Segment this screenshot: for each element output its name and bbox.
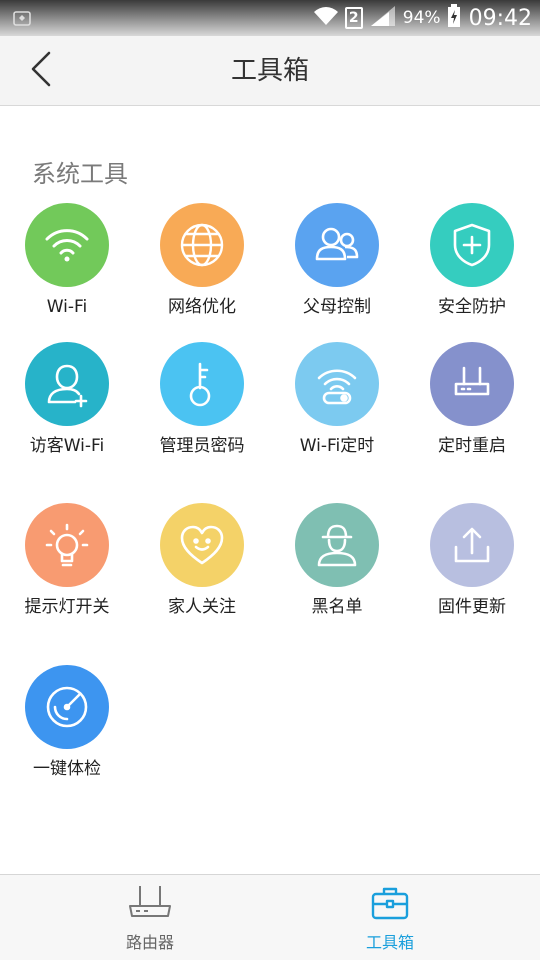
radar-icon	[25, 665, 109, 749]
wifi-signal-icon	[313, 5, 339, 31]
wifi-icon	[25, 203, 109, 287]
tool-label: 管理员密码	[159, 436, 245, 456]
battery-charging-icon	[447, 4, 461, 32]
tool-blacklist[interactable]: 黑名单	[277, 503, 397, 619]
tool-security[interactable]: 安全防护	[412, 203, 532, 319]
app-header: 工具箱	[0, 36, 540, 106]
tool-label: 黑名单	[311, 597, 363, 617]
tool-health-check[interactable]: 一键体检	[7, 665, 127, 781]
tool-network-optimize[interactable]: 网络优化	[142, 203, 262, 319]
tool-label: 父母控制	[303, 297, 371, 317]
key-icon	[160, 342, 244, 426]
heart-icon	[160, 503, 244, 587]
tool-label: 家人关注	[168, 597, 236, 617]
tab-router[interactable]: 路由器	[15, 875, 285, 960]
parent-child-icon	[295, 203, 379, 287]
tool-indicator-light[interactable]: 提示灯开关	[7, 503, 127, 619]
status-bar: 2 94% 09:42	[0, 0, 540, 36]
tab-toolbox[interactable]: 工具箱	[255, 875, 525, 960]
spy-user-icon	[295, 503, 379, 587]
tool-timed-reboot[interactable]: 定时重启	[412, 342, 532, 458]
router-icon	[430, 342, 514, 426]
tab-label: 路由器	[125, 933, 174, 952]
clock: 09:42	[468, 5, 532, 31]
tool-label: 固件更新	[438, 597, 506, 617]
router-icon	[125, 883, 175, 923]
tool-wifi-timer[interactable]: Wi-Fi定时	[277, 342, 397, 458]
sim-badge: 2	[344, 7, 363, 29]
bottom-tab-bar: 路由器 工具箱	[0, 874, 540, 960]
tool-family-watch[interactable]: 家人关注	[142, 503, 262, 619]
tab-label: 工具箱	[365, 933, 414, 952]
tool-label: Wi-Fi	[46, 297, 88, 317]
globe-icon	[160, 203, 244, 287]
back-button[interactable]	[18, 48, 64, 94]
page-title: 工具箱	[230, 56, 309, 86]
guest-user-icon	[25, 342, 109, 426]
chevron-left-icon	[29, 51, 53, 91]
notification-icon	[12, 8, 32, 28]
tool-firmware-update[interactable]: 固件更新	[412, 503, 532, 619]
tool-label: 提示灯开关	[24, 597, 110, 617]
tool-label: 定时重启	[438, 436, 506, 456]
tool-admin-password[interactable]: 管理员密码	[142, 342, 262, 458]
battery-percent: 94%	[402, 8, 441, 28]
upload-icon	[430, 503, 514, 587]
cell-signal-icon	[369, 4, 397, 32]
lightbulb-icon	[25, 503, 109, 587]
tool-label: Wi-Fi定时	[299, 436, 375, 456]
tool-guest-wifi[interactable]: 访客Wi-Fi	[7, 342, 127, 458]
tool-label: 网络优化	[168, 297, 236, 317]
tool-label: 访客Wi-Fi	[29, 436, 105, 456]
wifi-timer-icon	[295, 342, 379, 426]
tool-label: 安全防护	[438, 297, 506, 317]
tool-label: 一键体检	[33, 759, 101, 779]
section-title: 系统工具	[32, 160, 128, 188]
tool-wifi[interactable]: Wi-Fi	[7, 203, 127, 319]
shield-icon	[430, 203, 514, 287]
toolbox-icon	[365, 883, 415, 923]
tool-parental-control[interactable]: 父母控制	[277, 203, 397, 319]
